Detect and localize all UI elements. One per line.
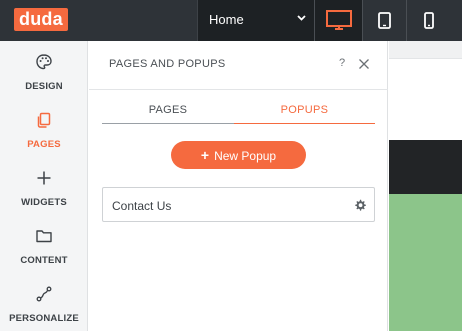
plus-icon xyxy=(37,171,51,185)
left-sidebar: DESIGN PAGES WIDGETS CONTENT PERSONALIZE xyxy=(0,41,88,331)
help-button[interactable]: ? xyxy=(339,57,345,69)
desktop-view-button[interactable] xyxy=(314,0,362,41)
sidebar-item-pages[interactable]: PAGES xyxy=(0,99,88,155)
gear-icon[interactable] xyxy=(354,199,366,211)
folder-icon xyxy=(36,230,52,243)
desktop-icon xyxy=(326,10,352,30)
editor-window: duda Home DESIGN PAGES WIDGETS CONTENT P… xyxy=(0,0,462,331)
mobile-view-button[interactable] xyxy=(406,0,451,41)
site-preview xyxy=(389,41,462,331)
new-popup-label: New Popup xyxy=(214,149,277,163)
sidebar-item-label: DESIGN xyxy=(25,81,63,92)
close-icon[interactable] xyxy=(358,58,370,70)
new-popup-button[interactable]: + New Popup xyxy=(171,141,306,169)
top-bar: duda Home xyxy=(0,0,462,41)
preview-dark-section xyxy=(389,140,462,194)
preview-green-section xyxy=(389,194,462,331)
sidebar-item-label: PERSONALIZE xyxy=(9,313,79,324)
plus-icon: + xyxy=(200,147,210,163)
sidebar-item-content[interactable]: CONTENT xyxy=(0,215,88,271)
popup-item-name: Contact Us xyxy=(112,199,172,213)
route-icon xyxy=(36,286,52,302)
panel-title: PAGES AND POPUPS xyxy=(109,58,226,70)
page-selector-value: Home xyxy=(209,12,244,27)
pages-icon xyxy=(37,112,51,128)
page-selector[interactable]: Home xyxy=(197,0,314,41)
tab-popups[interactable]: POPUPS xyxy=(234,104,375,124)
sidebar-item-label: WIDGETS xyxy=(21,197,67,208)
mobile-icon xyxy=(424,12,434,29)
tablet-view-button[interactable] xyxy=(362,0,406,41)
sidebar-item-label: CONTENT xyxy=(20,255,68,266)
panel-tabs: PAGES POPUPS xyxy=(102,104,375,124)
pages-and-popups-panel: PAGES AND POPUPS ? PAGES POPUPS + New Pop… xyxy=(89,41,388,331)
preview-top-strip xyxy=(389,41,462,59)
sidebar-item-personalize[interactable]: PERSONALIZE xyxy=(0,273,88,329)
palette-icon xyxy=(36,54,52,70)
chevron-down-icon xyxy=(297,15,306,21)
sidebar-item-widgets[interactable]: WIDGETS xyxy=(0,157,88,213)
sidebar-item-design[interactable]: DESIGN xyxy=(0,41,88,97)
tab-pages[interactable]: PAGES xyxy=(102,104,234,124)
tablet-icon xyxy=(378,12,391,29)
duda-logo[interactable]: duda xyxy=(14,8,68,31)
panel-header: PAGES AND POPUPS ? xyxy=(89,41,388,90)
popup-item-contact-us[interactable]: Contact Us xyxy=(102,187,375,222)
sidebar-item-label: PAGES xyxy=(27,139,61,150)
